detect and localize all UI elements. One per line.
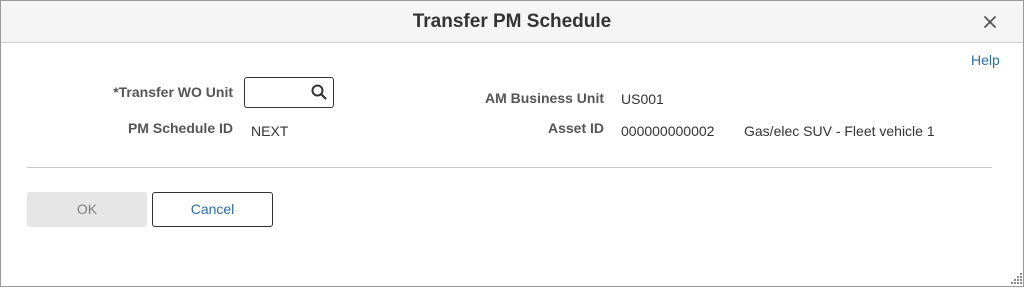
search-icon[interactable] (310, 83, 328, 101)
dialog-title: Transfer PM Schedule (412, 11, 612, 32)
transfer-wo-unit-input[interactable] (248, 81, 306, 104)
divider (27, 167, 992, 168)
close-icon[interactable] (976, 10, 1004, 34)
help-link[interactable]: Help (971, 52, 1000, 68)
asset-id-label: Asset ID (547, 120, 604, 136)
am-business-unit-value: US001 (621, 91, 664, 107)
transfer-pm-schedule-dialog: Transfer PM Schedule Help *Transfer WO U… (0, 0, 1024, 287)
asset-id-value: 000000000002 (621, 123, 715, 139)
am-business-unit-label: AM Business Unit (484, 90, 604, 106)
transfer-wo-unit-field[interactable] (244, 77, 334, 108)
pm-schedule-id-label: PM Schedule ID (127, 120, 233, 136)
resize-grip-icon[interactable] (1009, 271, 1023, 286)
cancel-button[interactable]: Cancel (152, 192, 273, 227)
dialog-title-bar: Transfer PM Schedule (1, 1, 1023, 43)
pm-schedule-id-value: NEXT (251, 123, 289, 139)
ok-button[interactable]: OK (27, 192, 147, 227)
asset-description: Gas/elec SUV - Fleet vehicle 1 (744, 123, 935, 139)
transfer-wo-unit-label: *Transfer WO Unit (113, 84, 233, 100)
